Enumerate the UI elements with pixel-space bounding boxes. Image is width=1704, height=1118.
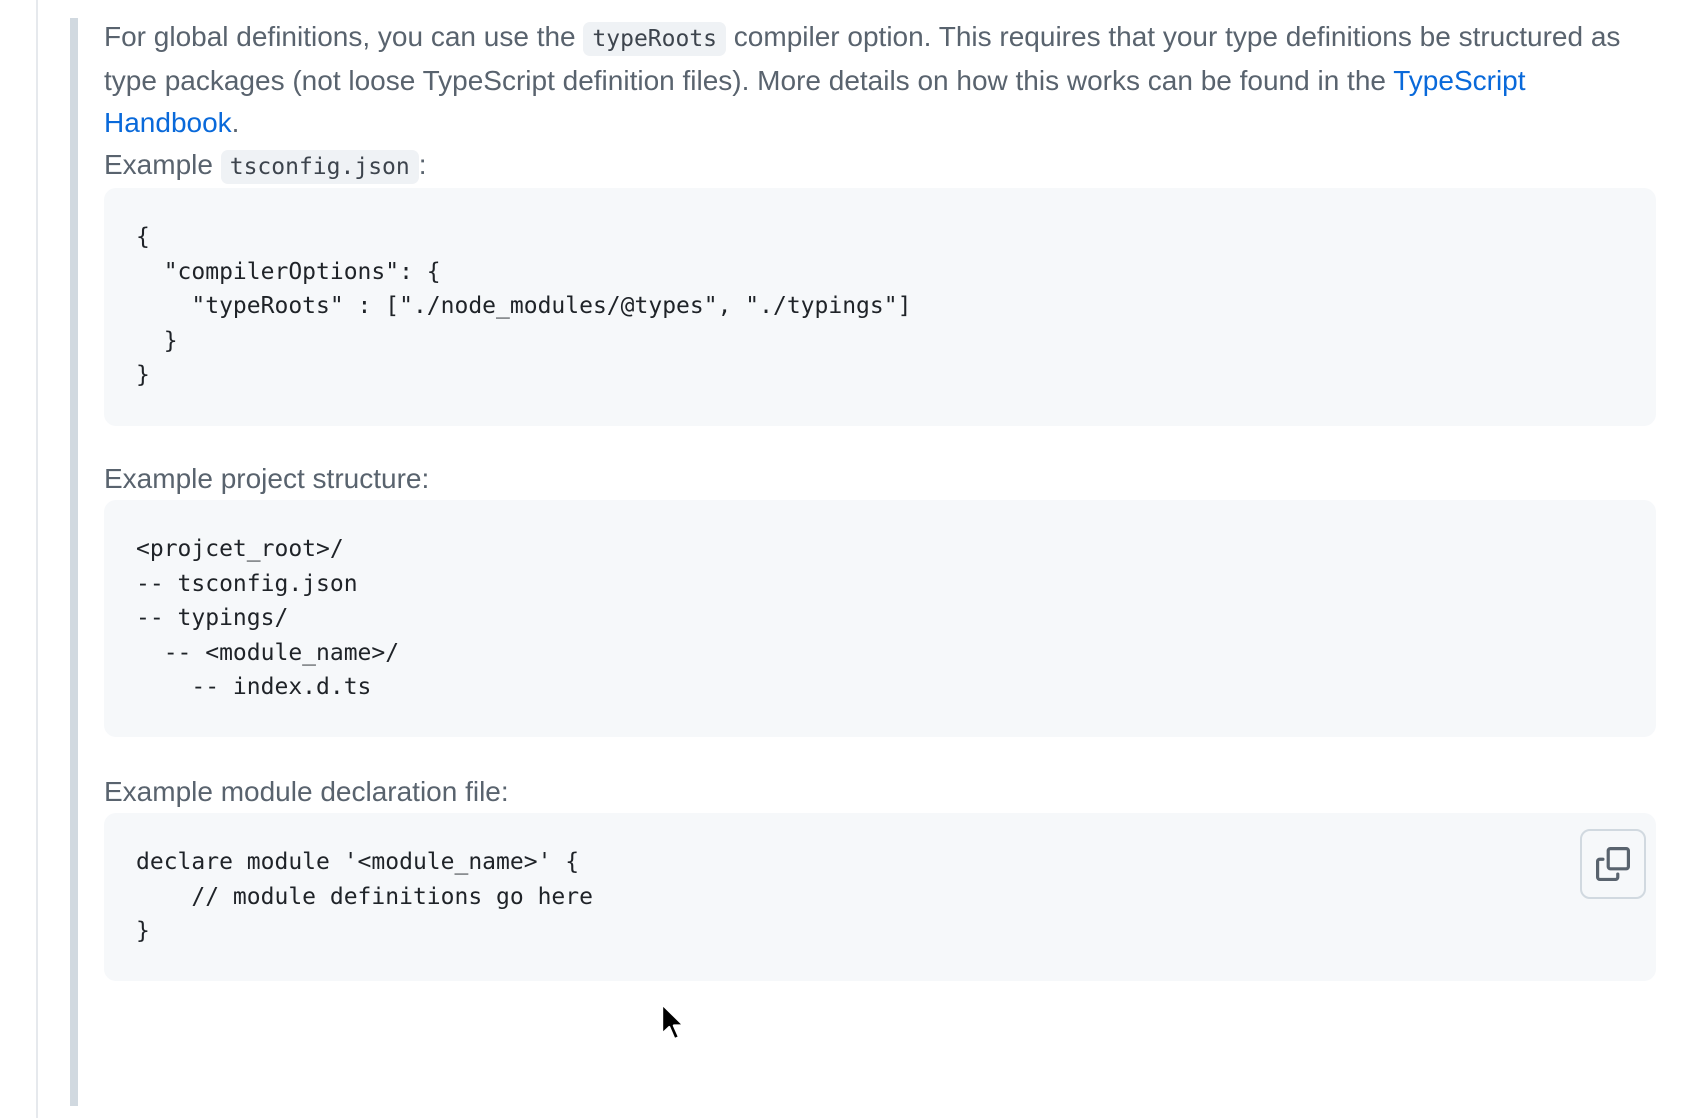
example-label-text: Example bbox=[104, 149, 221, 180]
blockquote-content: For global definitions, you can use the … bbox=[104, 16, 1662, 981]
example-label-suffix: : bbox=[418, 149, 427, 180]
module-declaration-label: Example module declaration file: bbox=[104, 776, 509, 807]
example-tsconfig-label: Example tsconfig.json: bbox=[104, 144, 1662, 188]
intro-text-end: . bbox=[231, 107, 240, 138]
inline-code-typeroots: typeRoots bbox=[583, 22, 727, 56]
intro-text-before: For global definitions, you can use the bbox=[104, 21, 584, 52]
code-block-project-structure[interactable]: <projcet_root>/ -- tsconfig.json -- typi… bbox=[104, 500, 1656, 737]
project-structure-label: Example project structure: bbox=[104, 463, 430, 494]
code-block-module-declaration[interactable]: declare module '<module_name>' { // modu… bbox=[104, 813, 1656, 981]
mouse-pointer-icon bbox=[660, 1002, 686, 1041]
copy-button[interactable] bbox=[1580, 829, 1646, 899]
inline-code-tsconfig: tsconfig.json bbox=[220, 150, 419, 184]
page-left-rule bbox=[36, 0, 38, 1118]
intro-paragraph: For global definitions, you can use the … bbox=[104, 16, 1662, 144]
copy-icon bbox=[1596, 847, 1630, 881]
code-block-tsconfig[interactable]: { "compilerOptions": { "typeRoots" : [".… bbox=[104, 188, 1656, 426]
blockquote-bar bbox=[70, 18, 78, 1106]
code-block-module-wrapper: declare module '<module_name>' { // modu… bbox=[104, 813, 1662, 981]
